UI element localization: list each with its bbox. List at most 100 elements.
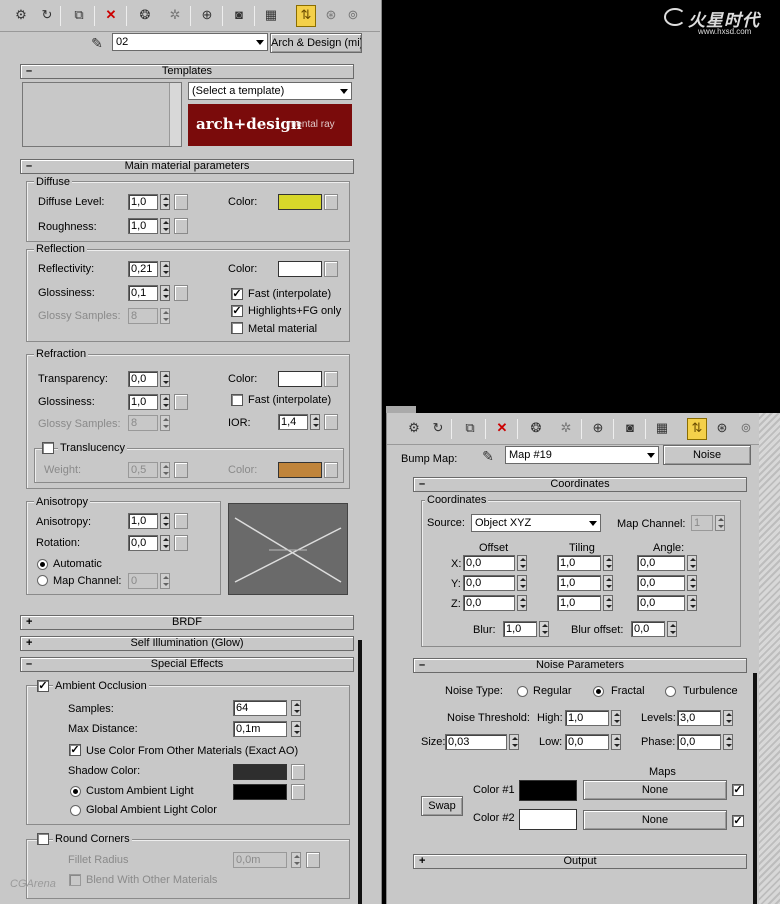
put-to-library-icon[interactable]: ⊕ (589, 419, 607, 437)
make-unique-icon[interactable]: ✲ (557, 419, 575, 437)
show-end-result-icon[interactable]: ⇅ (296, 5, 316, 27)
reflectivity-input[interactable]: 0,21 (128, 261, 158, 277)
copy-material-icon[interactable]: ❂ (136, 6, 154, 24)
get-material-icon[interactable]: ⚙ (405, 419, 423, 437)
reflection-color-map-button[interactable] (324, 261, 338, 277)
anisotropy-input[interactable]: 1,0 (128, 513, 158, 529)
offset-input[interactable]: 0,0 (463, 555, 515, 571)
templates-rollout[interactable]: – Templates (20, 64, 354, 79)
anisotropy-map-button[interactable] (174, 513, 188, 529)
source-select[interactable]: Object XYZ (471, 514, 601, 532)
reset-map-icon[interactable]: ✕ (102, 6, 120, 24)
ao-samples-spinner[interactable] (291, 700, 301, 716)
roughness-input[interactable]: 1,0 (128, 218, 158, 234)
roughness-spinner[interactable] (160, 218, 170, 234)
transparency-spinner[interactable] (160, 371, 170, 387)
shadow-color-map-button[interactable] (291, 764, 305, 780)
reflection-glossiness-input[interactable]: 0,1 (128, 285, 158, 301)
shadow-color-swatch[interactable] (233, 764, 287, 780)
refraction-glossiness-spinner[interactable] (160, 394, 170, 410)
max-distance-spinner[interactable] (291, 721, 301, 737)
template-preview-list[interactable] (22, 82, 182, 147)
color2-map-button[interactable]: None (583, 810, 727, 830)
panel-scrollbar[interactable] (753, 673, 757, 904)
reflection-glossiness-map-button[interactable] (174, 285, 188, 301)
angle-input[interactable]: 0,0 (637, 595, 685, 611)
make-unique-icon[interactable]: ✲ (166, 6, 184, 24)
put-to-scene-icon[interactable]: ↻ (429, 419, 447, 437)
go-to-parent-icon[interactable]: ⊛ (713, 419, 731, 437)
reflection-fast-checkbox[interactable]: ✓ (231, 288, 243, 300)
offset-spinner[interactable] (517, 575, 527, 591)
assign-material-icon[interactable]: ⧉ (70, 6, 88, 24)
tiling-spinner[interactable] (603, 575, 613, 591)
map-type-button[interactable]: Noise (663, 445, 751, 465)
color1-map-button[interactable]: None (583, 780, 727, 800)
diffuse-color-map-button[interactable] (324, 194, 338, 210)
show-map-icon[interactable]: ▦ (653, 419, 671, 437)
color2-swatch[interactable] (519, 809, 577, 830)
noise-turbulence-radio[interactable] (665, 686, 676, 697)
rotation-input[interactable]: 0,0 (128, 535, 158, 551)
phase-input[interactable]: 0,0 (677, 734, 721, 750)
blur-offset-input[interactable]: 0,0 (631, 621, 665, 637)
diffuse-level-input[interactable]: 1,0 (128, 194, 158, 210)
anisotropy-spinner[interactable] (160, 513, 170, 529)
low-spinner[interactable] (611, 734, 621, 750)
custom-ambient-map-button[interactable] (291, 784, 305, 800)
offset-spinner[interactable] (517, 595, 527, 611)
blur-spinner[interactable] (539, 621, 549, 637)
high-spinner[interactable] (611, 710, 621, 726)
tiling-spinner[interactable] (603, 555, 613, 571)
eyedropper-icon[interactable]: ✎ (479, 447, 497, 465)
blur-input[interactable]: 1,0 (503, 621, 537, 637)
phase-spinner[interactable] (723, 734, 733, 750)
noise-params-rollout[interactable]: – Noise Parameters (413, 658, 747, 673)
diffuse-color-swatch[interactable] (278, 194, 322, 210)
ambient-occlusion-checkbox[interactable]: ✓ (37, 680, 49, 692)
reset-map-icon[interactable]: ✕ (493, 419, 511, 437)
output-rollout[interactable]: + Output (413, 854, 747, 869)
rotation-spinner[interactable] (160, 535, 170, 551)
custom-ambient-radio[interactable] (70, 786, 81, 797)
diffuse-level-spinner[interactable] (160, 194, 170, 210)
highlights-fg-checkbox[interactable]: ✓ (231, 305, 243, 317)
max-distance-input[interactable]: 0,1m (233, 721, 287, 737)
panel-scrollbar[interactable] (358, 640, 362, 904)
tiling-input[interactable]: 1,0 (557, 575, 601, 591)
main-params-rollout[interactable]: – Main material parameters (20, 159, 354, 174)
metal-material-checkbox[interactable] (231, 322, 243, 334)
reflection-glossiness-spinner[interactable] (160, 285, 170, 301)
assign-material-icon[interactable]: ⧉ (461, 419, 479, 437)
eyedropper-icon[interactable]: ✎ (88, 34, 106, 52)
size-input[interactable]: 0,03 (445, 734, 507, 750)
levels-spinner[interactable] (723, 710, 733, 726)
global-ambient-radio[interactable] (70, 805, 81, 816)
map-name-field[interactable]: Map #19 (505, 446, 659, 464)
tiling-spinner[interactable] (603, 595, 613, 611)
transparency-input[interactable]: 0,0 (128, 371, 158, 387)
map-channel-radio[interactable] (37, 575, 48, 586)
translucency-checkbox[interactable] (42, 442, 54, 454)
material-name-field[interactable]: 02 (112, 33, 268, 51)
offset-spinner[interactable] (517, 555, 527, 571)
low-input[interactable]: 0,0 (565, 734, 609, 750)
refraction-color-swatch[interactable] (278, 371, 322, 387)
refraction-fast-checkbox[interactable] (231, 394, 243, 406)
show-map-icon[interactable]: ▦ (262, 6, 280, 24)
go-forward-sibling-icon[interactable]: ⊚ (344, 6, 362, 24)
ior-map-button[interactable] (324, 414, 338, 430)
ao-samples-input[interactable]: 64 (233, 700, 287, 716)
go-forward-sibling-icon[interactable]: ⊚ (737, 419, 755, 437)
put-to-scene-icon[interactable]: ↻ (38, 6, 56, 24)
noise-fractal-radio[interactable] (593, 686, 604, 697)
diffuse-level-map-button[interactable] (174, 194, 188, 210)
automatic-radio[interactable] (37, 559, 48, 570)
high-input[interactable]: 1,0 (565, 710, 609, 726)
special-effects-rollout[interactable]: – Special Effects (20, 657, 354, 672)
template-select[interactable]: (Select a template) (188, 82, 352, 100)
angle-input[interactable]: 0,0 (637, 575, 685, 591)
reflection-color-swatch[interactable] (278, 261, 322, 277)
blur-offset-spinner[interactable] (667, 621, 677, 637)
swap-button[interactable]: Swap (421, 796, 463, 816)
